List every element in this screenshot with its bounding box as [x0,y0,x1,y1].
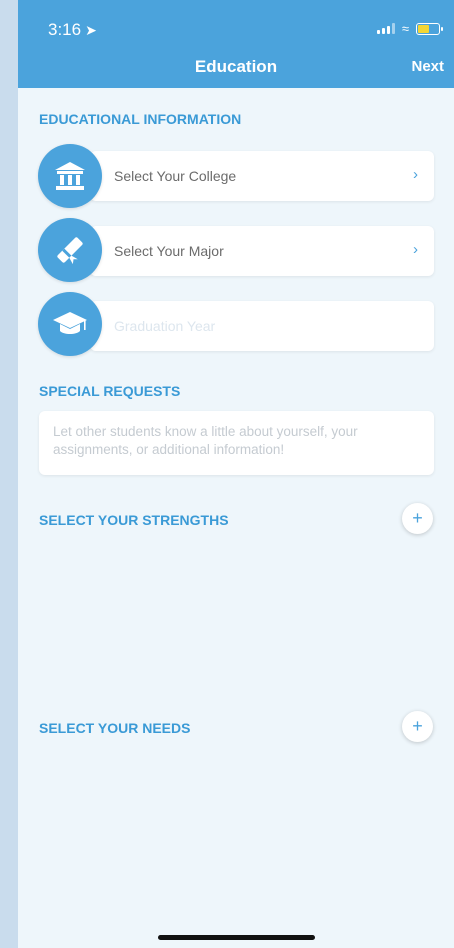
add-strength-button[interactable]: + [402,503,433,534]
chevron-right-icon: › [413,241,418,258]
next-button[interactable]: Next [411,58,444,75]
select-college-field[interactable]: Select Your College › [90,151,434,201]
page-title: Education [194,57,278,76]
home-indicator[interactable] [158,935,315,940]
graduation-year-text: Graduation Year [114,318,216,334]
graduation-cap-icon [38,292,102,356]
educational-information-label: EDUCATIONAL INFORMATION [39,111,242,127]
battery-icon [416,22,443,35]
chevron-right-icon: › [413,166,418,183]
plus-icon: + [412,716,423,736]
diploma-icon [38,218,102,282]
signal-icon [376,23,395,34]
special-requests-label: SPECIAL REQUESTS [39,383,181,399]
status-icons: ≈ [376,21,443,36]
location-arrow-icon: ➤ [85,22,97,38]
add-need-button[interactable]: + [402,711,433,742]
status-time: 3:16 ➤ [48,20,97,40]
select-college-text: Select Your College [114,168,237,184]
special-requests-input[interactable]: Let other students know a little about y… [39,411,434,475]
header-bar: 3:16 ➤ ≈ Education Next [18,0,454,88]
graduation-year-field[interactable]: Graduation Year [90,301,434,351]
plus-icon: + [412,508,423,528]
special-requests-placeholder: Let other students know a little about y… [53,424,358,457]
clock: 3:16 [48,20,82,39]
select-major-field[interactable]: Select Your Major › [90,226,434,276]
education-screen: 3:16 ➤ ≈ Education Next EDUCATIONAL INFOR… [18,0,454,948]
select-needs-label: SELECT YOUR NEEDS [39,720,191,736]
bank-icon [38,144,102,208]
select-major-text: Select Your Major [114,243,224,259]
wifi-icon: ≈ [401,21,409,36]
select-strengths-label: SELECT YOUR STRENGTHS [39,512,229,528]
